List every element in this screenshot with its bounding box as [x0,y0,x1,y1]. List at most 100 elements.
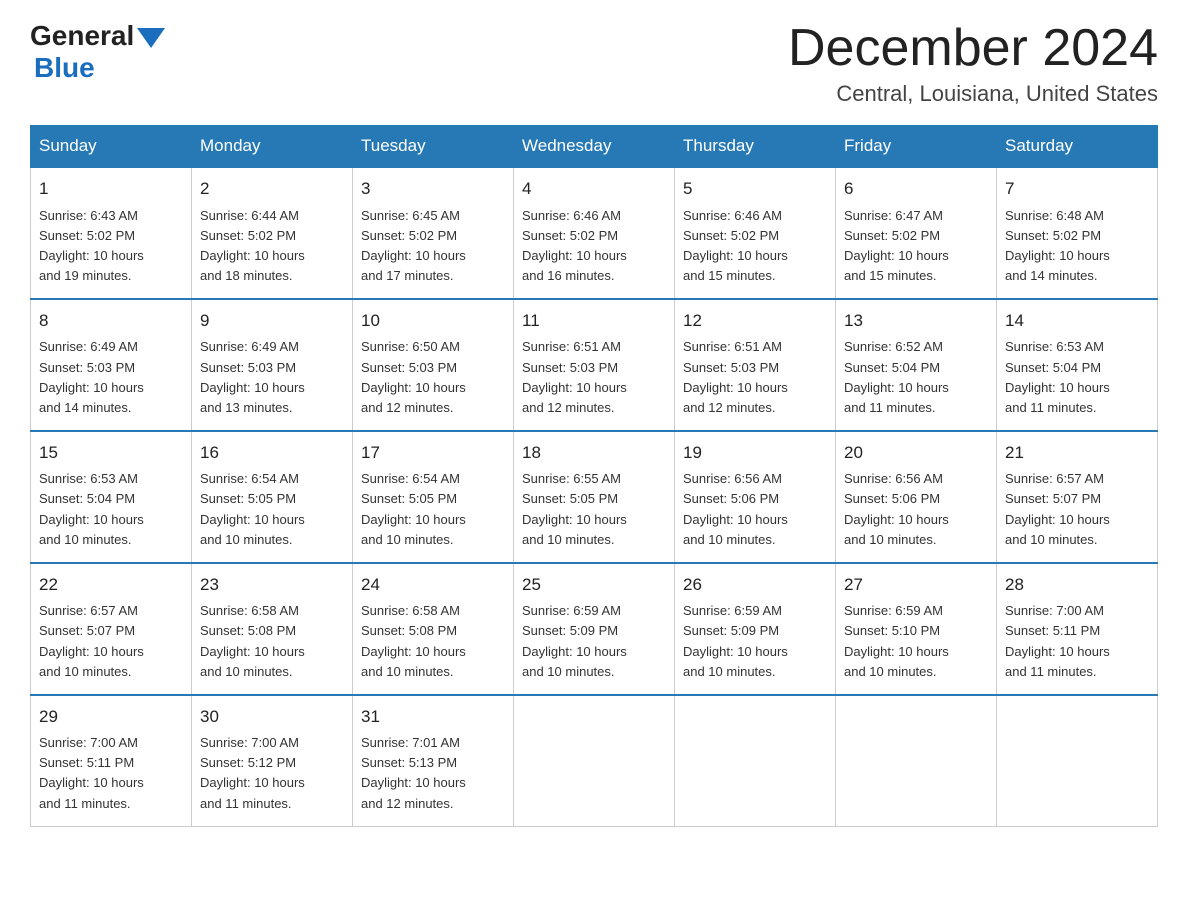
calendar-week-row: 15Sunrise: 6:53 AMSunset: 5:04 PMDayligh… [31,431,1158,563]
calendar-day-cell: 29Sunrise: 7:00 AMSunset: 5:11 PMDayligh… [31,695,192,826]
calendar-day-header: Thursday [675,126,836,168]
logo-triangle-icon [137,28,165,48]
calendar-week-row: 22 Sunrise: 6:57 AMSunset: 5:07 PMDayligh… [31,563,1158,695]
day-info: Sunrise: 6:59 AMSunset: 5:09 PMDaylight:… [522,601,666,682]
calendar-day-cell: 4Sunrise: 6:46 AMSunset: 5:02 PMDaylight… [514,167,675,299]
day-number: 20 [844,440,988,466]
day-number: 19 [683,440,827,466]
calendar-day-cell: 27 Sunrise: 6:59 AMSunset: 5:10 PMDayligh… [836,563,997,695]
day-info: Sunrise: 6:46 AMSunset: 5:02 PMDaylight:… [683,206,827,287]
day-info: Sunrise: 6:58 AMSunset: 5:08 PMDaylight:… [200,601,344,682]
day-number: 13 [844,308,988,334]
day-info: Sunrise: 6:57 AMSunset: 5:07 PMDaylight:… [39,601,183,682]
day-info: Sunrise: 6:44 AMSunset: 5:02 PMDaylight:… [200,206,344,287]
calendar-day-cell: 25 Sunrise: 6:59 AMSunset: 5:09 PMDayligh… [514,563,675,695]
day-info: Sunrise: 6:47 AMSunset: 5:02 PMDaylight:… [844,206,988,287]
calendar-day-cell: 1 Sunrise: 6:43 AMSunset: 5:02 PMDaylight… [31,167,192,299]
calendar-day-cell: 9 Sunrise: 6:49 AMSunset: 5:03 PMDaylight… [192,299,353,431]
day-number: 1 [39,176,183,202]
day-number: 11 [522,308,666,334]
calendar-day-cell: 14Sunrise: 6:53 AMSunset: 5:04 PMDayligh… [997,299,1158,431]
day-info: Sunrise: 6:59 AMSunset: 5:10 PMDaylight:… [844,601,988,682]
calendar-week-row: 1 Sunrise: 6:43 AMSunset: 5:02 PMDaylight… [31,167,1158,299]
calendar-day-cell: 30 Sunrise: 7:00 AMSunset: 5:12 PMDayligh… [192,695,353,826]
day-number: 23 [200,572,344,598]
day-info: Sunrise: 7:01 AMSunset: 5:13 PMDaylight:… [361,733,505,814]
calendar-day-cell: 21 Sunrise: 6:57 AMSunset: 5:07 PMDayligh… [997,431,1158,563]
day-info: Sunrise: 7:00 AMSunset: 5:12 PMDaylight:… [200,733,344,814]
calendar-day-cell [836,695,997,826]
day-info: Sunrise: 7:00 AMSunset: 5:11 PMDaylight:… [39,733,183,814]
day-info: Sunrise: 6:57 AMSunset: 5:07 PMDaylight:… [1005,469,1149,550]
calendar-table: SundayMondayTuesdayWednesdayThursdayFrid… [30,125,1158,827]
day-info: Sunrise: 6:53 AMSunset: 5:04 PMDaylight:… [1005,337,1149,418]
day-info: Sunrise: 6:51 AMSunset: 5:03 PMDaylight:… [683,337,827,418]
calendar-day-cell: 24 Sunrise: 6:58 AMSunset: 5:08 PMDayligh… [353,563,514,695]
calendar-day-header: Sunday [31,126,192,168]
day-number: 31 [361,704,505,730]
day-info: Sunrise: 6:48 AMSunset: 5:02 PMDaylight:… [1005,206,1149,287]
day-info: Sunrise: 6:43 AMSunset: 5:02 PMDaylight:… [39,206,183,287]
calendar-day-cell: 23 Sunrise: 6:58 AMSunset: 5:08 PMDayligh… [192,563,353,695]
day-number: 17 [361,440,505,466]
calendar-day-cell: 17 Sunrise: 6:54 AMSunset: 5:05 PMDayligh… [353,431,514,563]
calendar-day-cell: 5 Sunrise: 6:46 AMSunset: 5:02 PMDaylight… [675,167,836,299]
day-number: 9 [200,308,344,334]
calendar-day-cell: 26Sunrise: 6:59 AMSunset: 5:09 PMDayligh… [675,563,836,695]
day-number: 8 [39,308,183,334]
calendar-day-cell [675,695,836,826]
day-number: 26 [683,572,827,598]
day-info: Sunrise: 6:56 AMSunset: 5:06 PMDaylight:… [844,469,988,550]
month-title: December 2024 [788,20,1158,77]
calendar-day-cell: 2Sunrise: 6:44 AMSunset: 5:02 PMDaylight… [192,167,353,299]
title-area: December 2024 Central, Louisiana, United… [788,20,1158,107]
day-info: Sunrise: 6:50 AMSunset: 5:03 PMDaylight:… [361,337,505,418]
day-number: 5 [683,176,827,202]
day-number: 12 [683,308,827,334]
calendar-day-header: Tuesday [353,126,514,168]
day-number: 18 [522,440,666,466]
calendar-day-cell: 18 Sunrise: 6:55 AMSunset: 5:05 PMDayligh… [514,431,675,563]
calendar-day-cell: 10 Sunrise: 6:50 AMSunset: 5:03 PMDayligh… [353,299,514,431]
calendar-day-cell: 19 Sunrise: 6:56 AMSunset: 5:06 PMDayligh… [675,431,836,563]
day-number: 24 [361,572,505,598]
calendar-week-row: 29Sunrise: 7:00 AMSunset: 5:11 PMDayligh… [31,695,1158,826]
day-number: 7 [1005,176,1149,202]
calendar-day-cell: 11 Sunrise: 6:51 AMSunset: 5:03 PMDayligh… [514,299,675,431]
day-number: 30 [200,704,344,730]
calendar-day-cell: 3Sunrise: 6:45 AMSunset: 5:02 PMDaylight… [353,167,514,299]
day-number: 22 [39,572,183,598]
calendar-day-header: Saturday [997,126,1158,168]
day-number: 28 [1005,572,1149,598]
calendar-day-cell: 15Sunrise: 6:53 AMSunset: 5:04 PMDayligh… [31,431,192,563]
day-info: Sunrise: 6:51 AMSunset: 5:03 PMDaylight:… [522,337,666,418]
calendar-day-cell: 28Sunrise: 7:00 AMSunset: 5:11 PMDayligh… [997,563,1158,695]
logo-general-text: General [30,20,134,52]
calendar-week-row: 8 Sunrise: 6:49 AMSunset: 5:03 PMDaylight… [31,299,1158,431]
logo: General Blue [30,20,165,84]
day-info: Sunrise: 6:53 AMSunset: 5:04 PMDaylight:… [39,469,183,550]
day-info: Sunrise: 6:49 AMSunset: 5:03 PMDaylight:… [200,337,344,418]
day-number: 27 [844,572,988,598]
calendar-day-cell: 12 Sunrise: 6:51 AMSunset: 5:03 PMDayligh… [675,299,836,431]
calendar-day-cell: 6 Sunrise: 6:47 AMSunset: 5:02 PMDaylight… [836,167,997,299]
calendar-day-cell: 20 Sunrise: 6:56 AMSunset: 5:06 PMDayligh… [836,431,997,563]
day-info: Sunrise: 6:55 AMSunset: 5:05 PMDaylight:… [522,469,666,550]
calendar-day-header: Monday [192,126,353,168]
day-info: Sunrise: 6:46 AMSunset: 5:02 PMDaylight:… [522,206,666,287]
day-number: 10 [361,308,505,334]
page-header: General Blue December 2024 Central, Loui… [30,20,1158,107]
day-number: 16 [200,440,344,466]
day-number: 6 [844,176,988,202]
location-title: Central, Louisiana, United States [788,81,1158,107]
day-info: Sunrise: 6:52 AMSunset: 5:04 PMDaylight:… [844,337,988,418]
day-info: Sunrise: 6:56 AMSunset: 5:06 PMDaylight:… [683,469,827,550]
day-number: 21 [1005,440,1149,466]
day-info: Sunrise: 6:54 AMSunset: 5:05 PMDaylight:… [361,469,505,550]
day-number: 25 [522,572,666,598]
calendar-day-cell: 7 Sunrise: 6:48 AMSunset: 5:02 PMDaylight… [997,167,1158,299]
calendar-day-cell [514,695,675,826]
day-info: Sunrise: 6:58 AMSunset: 5:08 PMDaylight:… [361,601,505,682]
day-number: 3 [361,176,505,202]
calendar-day-cell: 8Sunrise: 6:49 AMSunset: 5:03 PMDaylight… [31,299,192,431]
